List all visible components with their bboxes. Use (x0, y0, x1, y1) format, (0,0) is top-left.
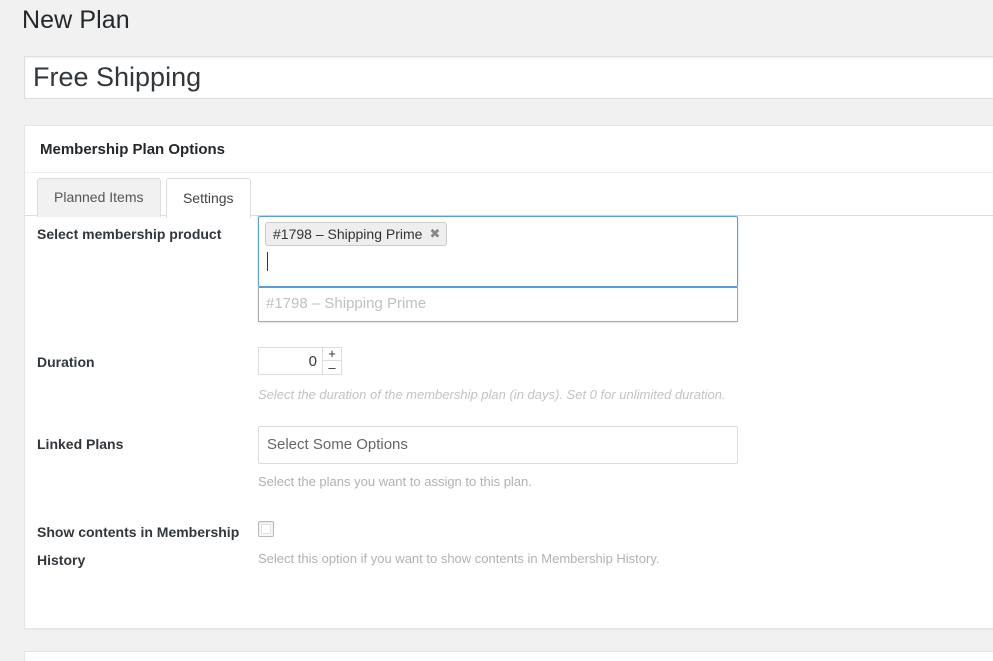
select2-dropdown[interactable]: #1798 – Shipping Prime (258, 287, 738, 322)
show-contents-control: Select this option if you want to show c… (258, 521, 660, 568)
duration-input[interactable] (258, 347, 322, 375)
selected-product-label: #1798 – Shipping Prime (273, 226, 423, 242)
duration-decrement-button[interactable]: – (323, 361, 341, 374)
admin-screen: New Plan Membership Plan Options Planned… (0, 0, 993, 661)
duration-stepper[interactable]: + – (258, 347, 342, 375)
duration-help-text: Select the duration of the membership pl… (258, 387, 726, 402)
label-show-contents: Show contents in Membership History (37, 524, 240, 568)
plan-title-input[interactable] (25, 57, 993, 98)
label-membership-product: Select membership product (37, 226, 222, 242)
dropdown-option-shipping-prime[interactable]: #1798 – Shipping Prime (259, 288, 737, 321)
remove-tag-icon[interactable]: ✖ (429, 227, 440, 241)
tab-planned-items[interactable]: Planned Items (37, 178, 161, 217)
tabs-bar: Planned Items Settings (25, 173, 993, 218)
tab-settings[interactable]: Settings (165, 178, 251, 218)
membership-plan-options-panel: Membership Plan Options Planned Items Se… (24, 125, 993, 629)
duration-control: + – Select the duration of the membershi… (258, 347, 726, 404)
show-contents-help-text: Select this option if you want to show c… (258, 551, 660, 566)
linked-plans-control: Select Some Options Select the plans you… (258, 426, 738, 491)
label-linked-plans: Linked Plans (37, 436, 124, 452)
linked-plans-help-text: Select the plans you want to assign to t… (258, 474, 532, 489)
label-duration: Duration (37, 354, 95, 370)
next-panel-peek (24, 651, 993, 661)
panel-header: Membership Plan Options (25, 126, 993, 173)
select2-search-field[interactable] (265, 246, 731, 276)
page-title: New Plan (22, 6, 130, 34)
membership-product-control: #1798 – Shipping Prime ✖ #1798 – Shippin… (258, 216, 738, 322)
linked-plans-select[interactable]: Select Some Options (258, 426, 738, 464)
panel-title: Membership Plan Options (40, 140, 226, 158)
duration-stepper-buttons: + – (322, 347, 342, 375)
selected-product-tag[interactable]: #1798 – Shipping Prime ✖ (265, 222, 448, 246)
text-cursor (267, 252, 268, 271)
plan-title-input-wrapper[interactable] (24, 56, 993, 99)
membership-product-select2[interactable]: #1798 – Shipping Prime ✖ #1798 – Shippin… (258, 216, 738, 322)
select2-choices[interactable]: #1798 – Shipping Prime ✖ (258, 216, 738, 287)
show-contents-checkbox[interactable] (258, 521, 274, 537)
